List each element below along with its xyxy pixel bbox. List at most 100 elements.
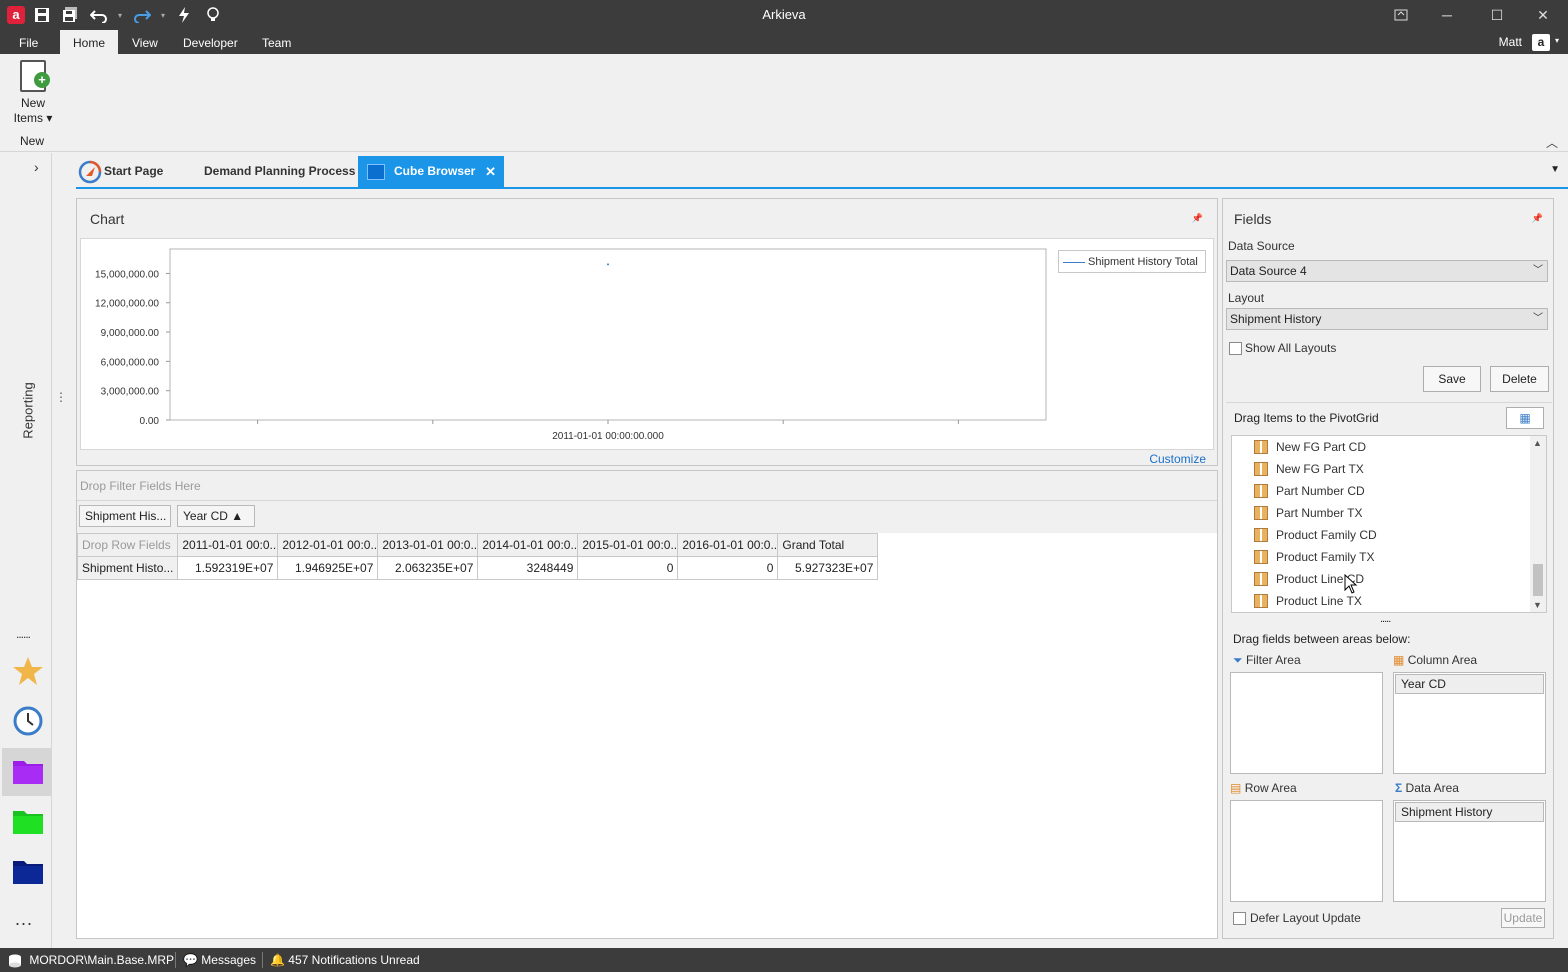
chevron-down-icon: ﹀: [1533, 265, 1543, 276]
column-header[interactable]: 2014-01-01 00:0...: [477, 533, 579, 557]
tab-list-dropdown-icon[interactable]: ▼: [1550, 164, 1560, 175]
messages-status[interactable]: 💬 Messages: [183, 948, 256, 972]
show-all-layouts-checkbox[interactable]: [1229, 342, 1242, 355]
rail-splitter[interactable]: ......: [16, 627, 31, 641]
field-item[interactable]: Part Number TX: [1254, 502, 1362, 524]
column-header[interactable]: 2016-01-01 00:0...: [677, 533, 779, 557]
green-folder-icon[interactable]: [12, 805, 44, 837]
field-header-area: Shipment His... Year CD ▲: [77, 501, 1217, 533]
field-item[interactable]: Part Number CD: [1254, 480, 1365, 502]
layout-select[interactable]: Shipment History ﹀: [1226, 308, 1548, 330]
defer-layout-update-label[interactable]: Defer Layout Update: [1250, 911, 1361, 925]
scroll-thumb[interactable]: [1533, 564, 1543, 596]
tab-label: Cube Browser: [394, 164, 476, 178]
chart-panel: Chart 📌 0.00 3,000,000.00 6,000,000.00 9,00…: [76, 198, 1218, 466]
update-button[interactable]: Update: [1501, 908, 1545, 928]
customize-link[interactable]: Customize: [1149, 452, 1206, 466]
table-cell[interactable]: 3248449: [477, 556, 579, 580]
favorites-star-icon[interactable]: [12, 655, 44, 687]
restore-ribbon-icon[interactable]: [1378, 0, 1424, 30]
grand-total-header[interactable]: Grand Total: [777, 533, 879, 557]
database-status[interactable]: MORDOR\Main.Base.MRP: [8, 948, 174, 972]
column-area-box[interactable]: Year CD: [1393, 672, 1546, 774]
field-item[interactable]: New FG Part CD: [1254, 436, 1366, 458]
minimize-icon[interactable]: ─: [1424, 0, 1470, 30]
scroll-up-icon[interactable]: ▲: [1533, 438, 1542, 448]
panel-grip-icon[interactable]: ⋮: [55, 390, 67, 404]
data-source-select[interactable]: Data Source 4 ﹀: [1226, 260, 1548, 282]
show-all-layouts-label[interactable]: Show All Layouts: [1245, 341, 1336, 355]
column-header[interactable]: 2013-01-01 00:0...: [377, 533, 479, 557]
table-cell[interactable]: 1.946925E+07: [277, 556, 379, 580]
close-icon[interactable]: ✕: [1520, 0, 1566, 30]
splitter-handle[interactable]: .....: [1380, 613, 1391, 625]
menu-home[interactable]: Home: [60, 30, 118, 54]
x-tick-label: 2011-01-01 00:00:00.000: [552, 431, 664, 442]
y-tick-label: 15,000,000.00: [95, 269, 159, 280]
chart-legend: Shipment History Total: [1058, 250, 1206, 273]
field-icon: [1254, 462, 1268, 476]
data-area-item[interactable]: Shipment History: [1395, 802, 1544, 822]
defer-layout-update-checkbox[interactable]: [1233, 912, 1246, 925]
row-drop-zone[interactable]: Drop Row Fields: [76, 533, 179, 557]
column-area-item[interactable]: Year CD: [1395, 674, 1544, 694]
collapse-ribbon-icon[interactable]: ︿: [1546, 134, 1558, 151]
scroll-down-icon[interactable]: ▼: [1533, 600, 1542, 610]
data-area-box[interactable]: Shipment History: [1393, 800, 1546, 902]
field-list-scrollbar[interactable]: ▲ ▼: [1530, 436, 1546, 612]
table-cell[interactable]: 2.063235E+07: [377, 556, 479, 580]
filter-area-box[interactable]: [1230, 672, 1383, 774]
cube-icon: [367, 164, 385, 180]
layout-label: Layout: [1228, 291, 1265, 305]
rail-reporting-label[interactable]: Reporting: [21, 371, 36, 451]
pivot-grid: Drop Filter Fields Here Shipment His... …: [76, 470, 1218, 939]
table-cell[interactable]: 0: [677, 556, 779, 580]
tab-start-page[interactable]: Start Page: [76, 156, 171, 187]
rail-more-icon[interactable]: ...: [15, 909, 33, 930]
tab-demand-planning-process[interactable]: Demand Planning Process: [196, 156, 363, 187]
menu-developer[interactable]: Developer: [173, 30, 248, 54]
row-area-header: ▤ Row Area: [1230, 781, 1297, 795]
maximize-icon[interactable]: ☐: [1474, 0, 1520, 30]
menu-team[interactable]: Team: [252, 30, 301, 54]
notifications-status[interactable]: 🔔 457 Notifications Unread: [270, 948, 420, 972]
new-items-button[interactable]: + New Items ▾: [8, 60, 58, 132]
chart-svg: 0.00 3,000,000.00 6,000,000.00 9,000,000.00…: [95, 248, 1047, 442]
ribbon-group-label: New: [20, 134, 45, 148]
row-header[interactable]: Shipment Histo...: [76, 556, 179, 580]
grand-total-cell[interactable]: 5.927323E+07: [777, 556, 879, 580]
bell-icon: 🔔: [270, 953, 285, 967]
field-icon: [1254, 528, 1268, 542]
menu-file[interactable]: File: [9, 30, 48, 54]
purple-folder-icon[interactable]: [12, 755, 44, 787]
table-cell[interactable]: 0: [577, 556, 679, 580]
tab-label: Demand Planning Process: [204, 164, 356, 178]
column-header[interactable]: 2015-01-01 00:0...: [577, 533, 679, 557]
menu-view[interactable]: View: [122, 30, 168, 54]
column-header[interactable]: 2012-01-01 00:0...: [277, 533, 379, 557]
user-avatar[interactable]: a: [1532, 34, 1550, 51]
history-clock-icon[interactable]: [12, 705, 44, 737]
pin-icon[interactable]: 📌: [1192, 213, 1203, 224]
field-item[interactable]: New FG Part TX: [1254, 458, 1364, 480]
column-field-chip[interactable]: Year CD ▲: [177, 505, 255, 527]
table-cell[interactable]: 1.592319E+07: [177, 556, 279, 580]
field-item[interactable]: Product Family CD: [1254, 524, 1377, 546]
tab-cube-browser[interactable]: Cube Browser ✕: [358, 156, 504, 187]
pin-icon[interactable]: 📌: [1532, 213, 1543, 224]
user-dropdown-icon[interactable]: ▾: [1555, 36, 1559, 45]
data-area-header: Σ Data Area: [1395, 781, 1459, 795]
close-tab-icon[interactable]: ✕: [485, 156, 496, 187]
expand-rail-icon[interactable]: ›: [34, 159, 39, 175]
column-header[interactable]: 2011-01-01 00:0...: [177, 533, 279, 557]
delete-layout-button[interactable]: Delete: [1490, 366, 1549, 392]
drag-items-label: Drag Items to the PivotGrid: [1234, 411, 1379, 425]
filter-drop-zone[interactable]: Drop Filter Fields Here: [77, 471, 1217, 501]
save-layout-button[interactable]: Save: [1423, 366, 1481, 392]
blue-folder-icon[interactable]: [12, 855, 44, 887]
data-field-chip[interactable]: Shipment His...: [79, 505, 171, 527]
row-area-box[interactable]: [1230, 800, 1383, 902]
user-name[interactable]: Matt: [1499, 35, 1522, 49]
field-item[interactable]: Product Family TX: [1254, 546, 1374, 568]
layout-grid-icon[interactable]: ▦: [1506, 407, 1544, 429]
